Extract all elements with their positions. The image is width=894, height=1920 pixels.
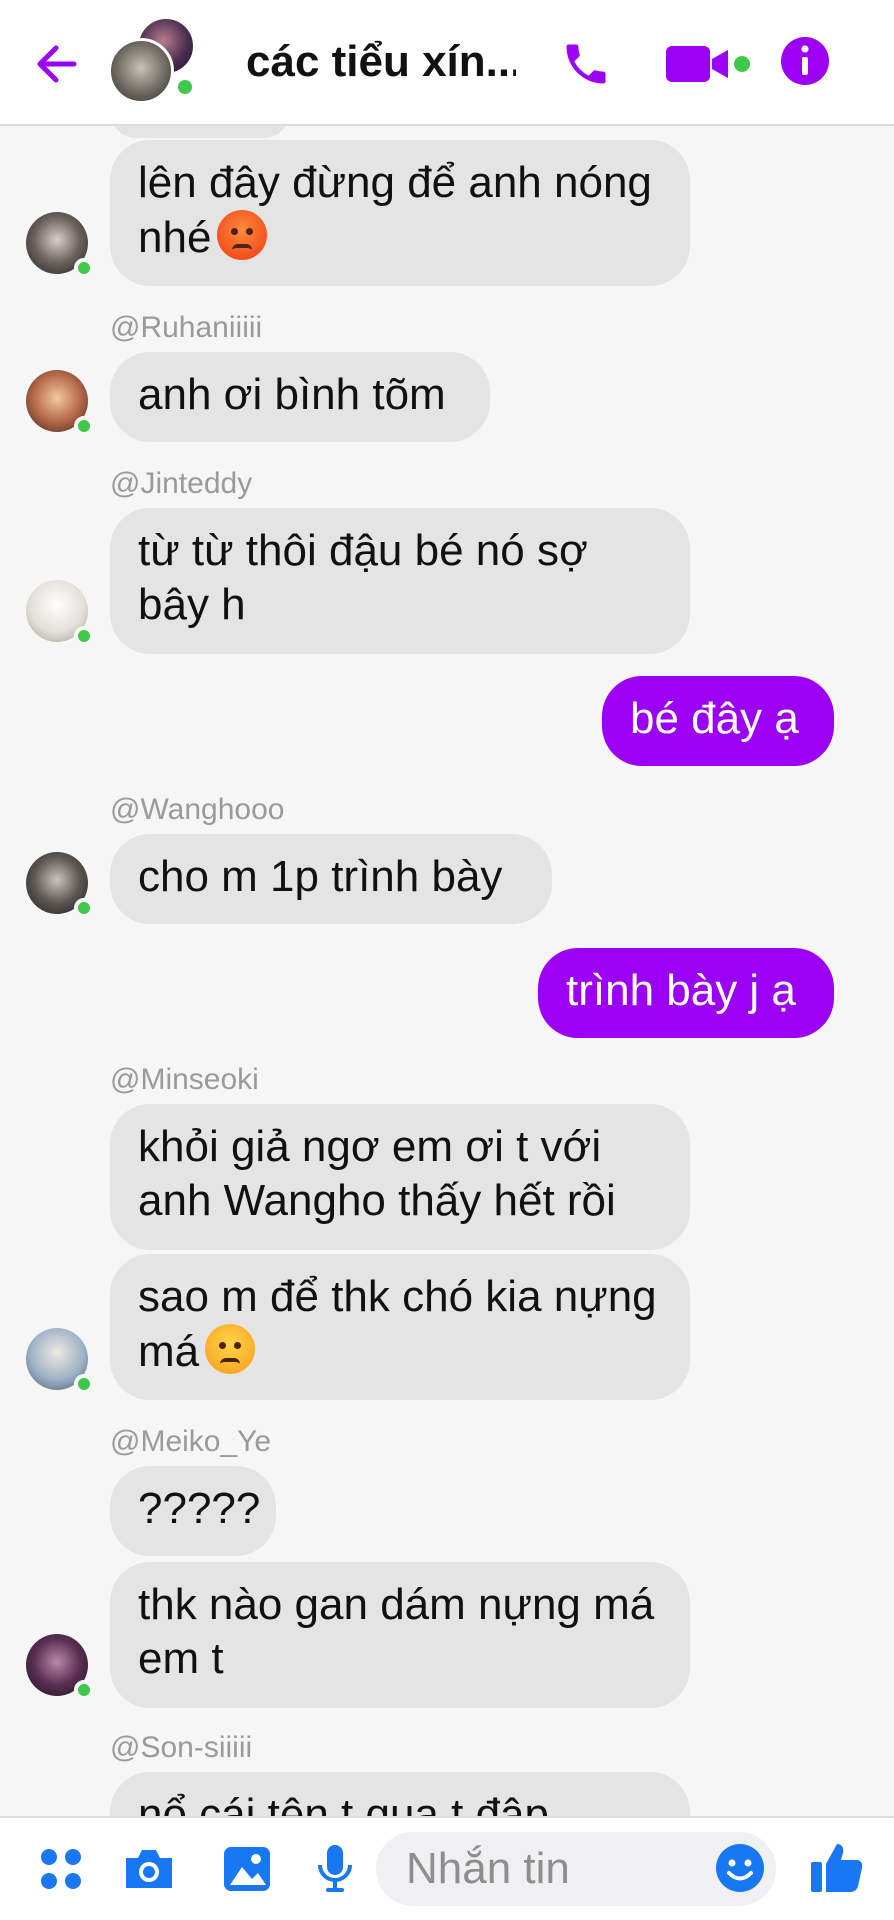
message-bubble[interactable]: khỏi giả ngơ em ơi t với anh Wangho thấy… — [110, 1104, 690, 1250]
emoji-icon[interactable] — [714, 1842, 766, 1894]
sent-message-bubble[interactable]: bé đây ạ — [602, 676, 834, 766]
message-bubble[interactable]: ????? — [110, 1466, 276, 1556]
avatar[interactable] — [26, 1328, 94, 1394]
online-status-dot — [74, 1680, 94, 1700]
message-thread[interactable]: lên đây đừng để anh nóng nhé @Ruhaniiiii… — [0, 126, 894, 1816]
sent-message-bubble[interactable]: trình bày j ạ — [538, 948, 834, 1038]
message-text: khỏi giả ngơ em ơi t với anh Wangho thấy… — [138, 1122, 616, 1225]
avatar[interactable] — [26, 370, 94, 436]
avatar[interactable] — [26, 580, 94, 646]
back-arrow-icon[interactable] — [30, 40, 82, 88]
message-text: thk nào gan dám nựng má em t — [138, 1580, 655, 1683]
online-status-dot — [74, 416, 94, 436]
avatar[interactable] — [26, 212, 94, 278]
sender-name: @Minseoki — [110, 1063, 259, 1096]
sender-name: @Ruhaniiiii — [110, 311, 263, 344]
online-status-dot — [74, 626, 94, 646]
message-text: bé đây ạ — [630, 694, 799, 743]
message-bubble[interactable]: sao m để thk chó kia nựng má — [110, 1254, 690, 1400]
angry-face-emoji-icon — [217, 210, 268, 260]
angry-face-emoji-icon — [205, 1324, 256, 1374]
message-bubble[interactable]: từ từ thôi đậu bé nó sợ bây h — [110, 508, 690, 654]
group-avatar[interactable] — [108, 16, 198, 106]
message-text: trình bày j ạ — [566, 966, 796, 1015]
conversation-header: các tiểu xín... — [0, 0, 894, 126]
member-avatar — [108, 38, 174, 104]
sender-name: @Meiko_Ye — [110, 1425, 272, 1458]
message-bubble[interactable]: lên đây đừng để anh nóng nhé — [110, 140, 690, 286]
message-bubble[interactable]: anh ơi bình tõm — [110, 352, 490, 442]
sender-name: @Wanghooo — [110, 793, 285, 826]
sender-name: @Son-siiiii — [110, 1731, 253, 1764]
message-text: ????? — [138, 1484, 261, 1533]
camera-icon[interactable] — [120, 1840, 178, 1898]
menu-dots-icon[interactable] — [32, 1840, 90, 1898]
message-text: nổ cái tên t qua t đập — [138, 1790, 549, 1816]
thumbs-up-icon[interactable] — [808, 1838, 866, 1896]
message-text: từ từ thôi đậu bé nó sợ bây h — [138, 526, 588, 629]
message-composer: Nhắn tin — [0, 1816, 894, 1920]
online-status-dot — [74, 258, 94, 278]
conversation-title[interactable]: các tiểu xín... — [246, 32, 516, 92]
message-text: anh ơi bình tõm — [138, 370, 446, 419]
video-camera-icon[interactable] — [664, 40, 754, 88]
microphone-icon[interactable] — [306, 1840, 364, 1898]
avatar[interactable] — [26, 1634, 94, 1700]
sender-name: @Jinteddy — [110, 467, 253, 500]
message-bubble[interactable]: nổ cái tên t qua t đập — [110, 1772, 690, 1816]
message-bubble-partial — [110, 126, 290, 138]
online-status-dot — [174, 76, 196, 98]
message-text: lên đây đừng để anh nóng nhé — [138, 158, 652, 262]
online-status-dot — [74, 1374, 94, 1394]
online-status-dot — [74, 898, 94, 918]
phone-icon[interactable] — [556, 34, 616, 94]
info-icon[interactable] — [778, 34, 832, 88]
avatar[interactable] — [26, 852, 94, 918]
gallery-icon[interactable] — [218, 1840, 276, 1898]
message-text: cho m 1p trình bày — [138, 852, 503, 901]
message-bubble[interactable]: thk nào gan dám nựng má em t — [110, 1562, 690, 1708]
message-bubble[interactable]: cho m 1p trình bày — [110, 834, 552, 924]
